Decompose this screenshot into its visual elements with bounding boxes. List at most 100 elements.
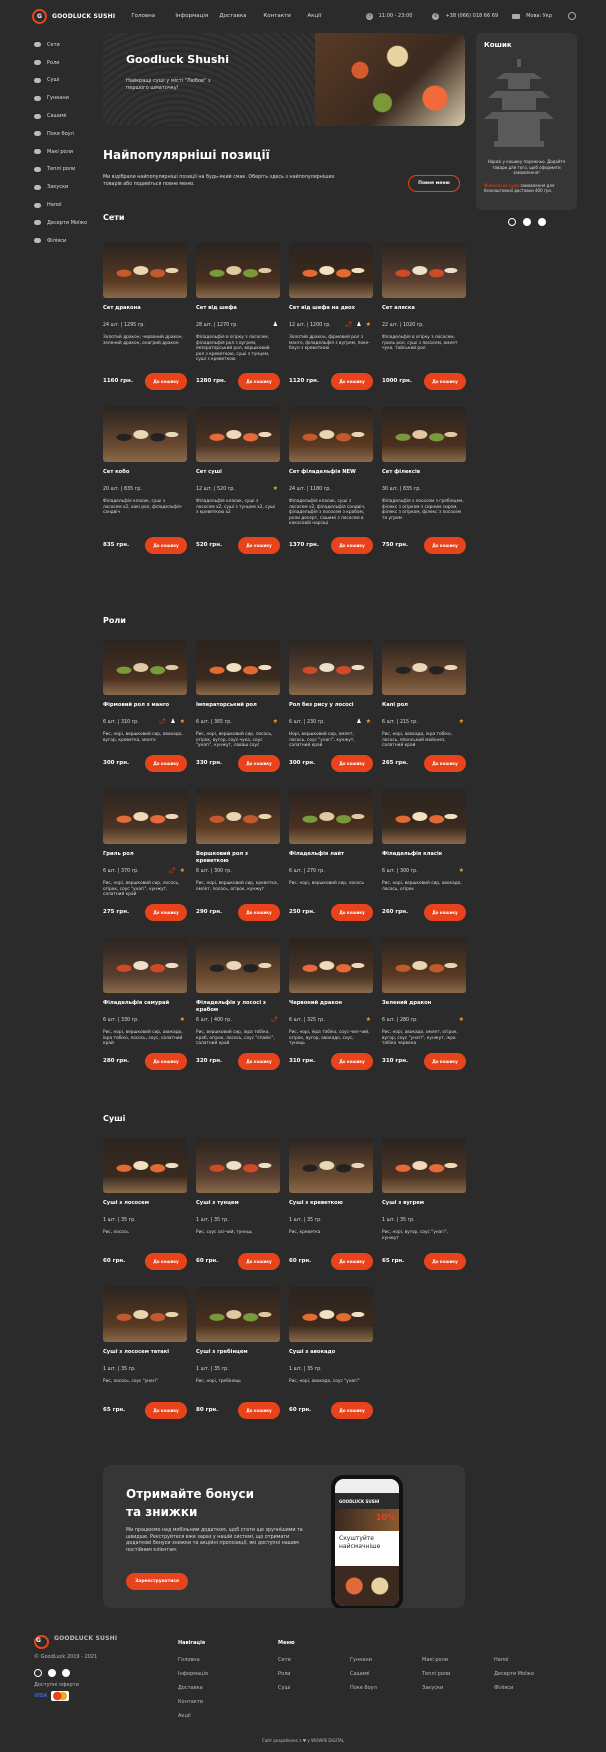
product-name[interactable]: Сет аляска <box>382 305 466 312</box>
product-image[interactable] <box>382 938 466 993</box>
product-name[interactable]: Капі рол <box>382 702 466 709</box>
footer-menu-link[interactable]: Сашимі <box>350 1671 422 1685</box>
product-image[interactable] <box>289 1138 373 1193</box>
product-image[interactable] <box>382 1138 466 1193</box>
footer-menu-link[interactable]: Теплі роли <box>422 1671 494 1685</box>
product-name[interactable]: Суші з вугрем <box>382 1200 466 1207</box>
add-to-cart-button[interactable]: До кошику <box>424 1253 466 1270</box>
add-to-cart-button[interactable]: До кошику <box>331 1253 373 1270</box>
product-name[interactable]: Суші з лососем <box>103 1200 187 1207</box>
language-select[interactable]: Мова: Укр <box>526 13 552 19</box>
footer-facebook-icon[interactable] <box>48 1669 56 1677</box>
footer-logo[interactable]: G GOODLUCK SUSHI <box>34 1635 117 1649</box>
add-to-cart-button[interactable]: До кошику <box>145 1053 187 1070</box>
product-image[interactable] <box>196 1138 280 1193</box>
product-name[interactable]: Сет філадельфія NEW <box>289 469 373 476</box>
sidebar-item-5[interactable]: Поке боул <box>34 125 104 143</box>
product-image[interactable] <box>382 407 466 462</box>
sidebar-item-7[interactable]: Теплі роли <box>34 161 104 179</box>
footer-nav-link[interactable]: Головна <box>178 1657 208 1671</box>
product-name[interactable]: Гриль рол <box>103 851 187 858</box>
nav-home[interactable]: Головна <box>131 13 175 19</box>
product-name[interactable]: Суші з креветкою <box>289 1200 373 1207</box>
user-icon[interactable] <box>568 12 576 20</box>
product-name[interactable]: Червоний дракон <box>289 1000 373 1007</box>
sidebar-item-8[interactable]: Закуски <box>34 178 104 196</box>
add-to-cart-button[interactable]: До кошику <box>424 904 466 921</box>
product-name[interactable]: Філадельфія самурай <box>103 1000 187 1007</box>
product-image[interactable] <box>196 407 280 462</box>
product-name[interactable]: Суші з тунцем <box>196 1200 280 1207</box>
add-to-cart-button[interactable]: До кошику <box>331 537 373 554</box>
product-image[interactable] <box>196 640 280 695</box>
nav-info[interactable]: Інформація <box>175 13 219 19</box>
product-name[interactable]: Філадельфія у лососі з крабом <box>196 1000 280 1013</box>
footer-nav-link[interactable]: Акції <box>178 1713 208 1727</box>
product-image[interactable] <box>103 640 187 695</box>
product-image[interactable] <box>103 243 187 298</box>
footer-menu-link[interactable]: Суші <box>278 1685 350 1699</box>
footer-whatsapp-icon[interactable] <box>62 1669 70 1677</box>
add-to-cart-button[interactable]: До кошику <box>238 904 280 921</box>
nav-promos[interactable]: Акції <box>307 13 351 19</box>
logo[interactable]: G GOODLUCK SUSHI <box>32 8 115 24</box>
product-image[interactable] <box>103 1287 187 1342</box>
footer-menu-link[interactable]: Напої <box>494 1657 566 1671</box>
product-name[interactable]: Філадельфія лайт <box>289 851 373 858</box>
sidebar-item-10[interactable]: Десерти Моїжо <box>34 214 104 232</box>
whatsapp-icon[interactable] <box>538 218 546 226</box>
add-to-cart-button[interactable]: До кошику <box>238 537 280 554</box>
add-to-cart-button[interactable]: До кошику <box>238 1402 280 1419</box>
register-button[interactable]: Зареєструватися <box>126 1573 188 1590</box>
product-name[interactable]: Суші з гребінцем <box>196 1349 280 1356</box>
product-name[interactable]: Зелений дракон <box>382 1000 466 1007</box>
nav-contacts[interactable]: Контакти <box>263 13 307 19</box>
add-to-cart-button[interactable]: До кошику <box>238 1053 280 1070</box>
product-name[interactable]: Сет дракона <box>103 305 187 312</box>
footer-menu-link[interactable]: Роли <box>278 1671 350 1685</box>
full-menu-button[interactable]: Повне меню <box>408 175 460 192</box>
product-image[interactable] <box>289 1287 373 1342</box>
add-to-cart-button[interactable]: До кошику <box>145 904 187 921</box>
product-name[interactable]: Суші з лососем татакі <box>103 1349 187 1356</box>
product-image[interactable] <box>196 243 280 298</box>
sidebar-item-4[interactable]: Сашимі <box>34 107 104 125</box>
footer-menu-link[interactable]: Десерти Моїжо <box>494 1671 566 1685</box>
nav-delivery[interactable]: Доставка <box>219 13 263 19</box>
sidebar-item-6[interactable]: Макі роли <box>34 143 104 161</box>
product-name[interactable]: Сет філексів <box>382 469 466 476</box>
footer-menu-link[interactable]: Закуски <box>422 1685 494 1699</box>
sidebar-item-3[interactable]: Гункани <box>34 89 104 107</box>
product-image[interactable] <box>289 789 373 844</box>
product-image[interactable] <box>382 243 466 298</box>
add-to-cart-button[interactable]: До кошику <box>238 1253 280 1270</box>
footer-nav-link[interactable]: Доставка <box>178 1685 208 1699</box>
add-to-cart-button[interactable]: До кошику <box>331 373 373 390</box>
product-name[interactable]: Сет від шефа на двох <box>289 305 373 312</box>
add-to-cart-button[interactable]: До кошику <box>145 1253 187 1270</box>
phone-number[interactable]: +38 (066) 018 66 69 <box>445 13 498 19</box>
add-to-cart-button[interactable]: До кошику <box>145 373 187 390</box>
product-image[interactable] <box>382 640 466 695</box>
sidebar-item-9[interactable]: Напої <box>34 196 104 214</box>
product-image[interactable] <box>103 789 187 844</box>
product-image[interactable] <box>289 243 373 298</box>
footer-menu-link[interactable]: Гункани <box>350 1657 422 1671</box>
product-image[interactable] <box>103 407 187 462</box>
product-image[interactable] <box>289 938 373 993</box>
product-name[interactable]: Рол без рису у лососі <box>289 702 373 709</box>
product-image[interactable] <box>289 407 373 462</box>
footer-menu-link[interactable]: Філіяси <box>494 1685 566 1699</box>
add-to-cart-button[interactable]: До кошику <box>145 537 187 554</box>
sidebar-item-1[interactable]: Роли <box>34 54 104 72</box>
footer-menu-link[interactable]: Сети <box>278 1657 350 1671</box>
footer-menu-link[interactable]: Поке боул <box>350 1685 422 1699</box>
instagram-icon[interactable] <box>508 218 516 226</box>
footer-nav-link[interactable]: Контакти <box>178 1699 208 1713</box>
add-to-cart-button[interactable]: До кошику <box>331 1053 373 1070</box>
product-image[interactable] <box>196 1287 280 1342</box>
facebook-icon[interactable] <box>523 218 531 226</box>
product-image[interactable] <box>196 789 280 844</box>
add-to-cart-button[interactable]: До кошику <box>331 1402 373 1419</box>
add-to-cart-button[interactable]: До кошику <box>424 1053 466 1070</box>
